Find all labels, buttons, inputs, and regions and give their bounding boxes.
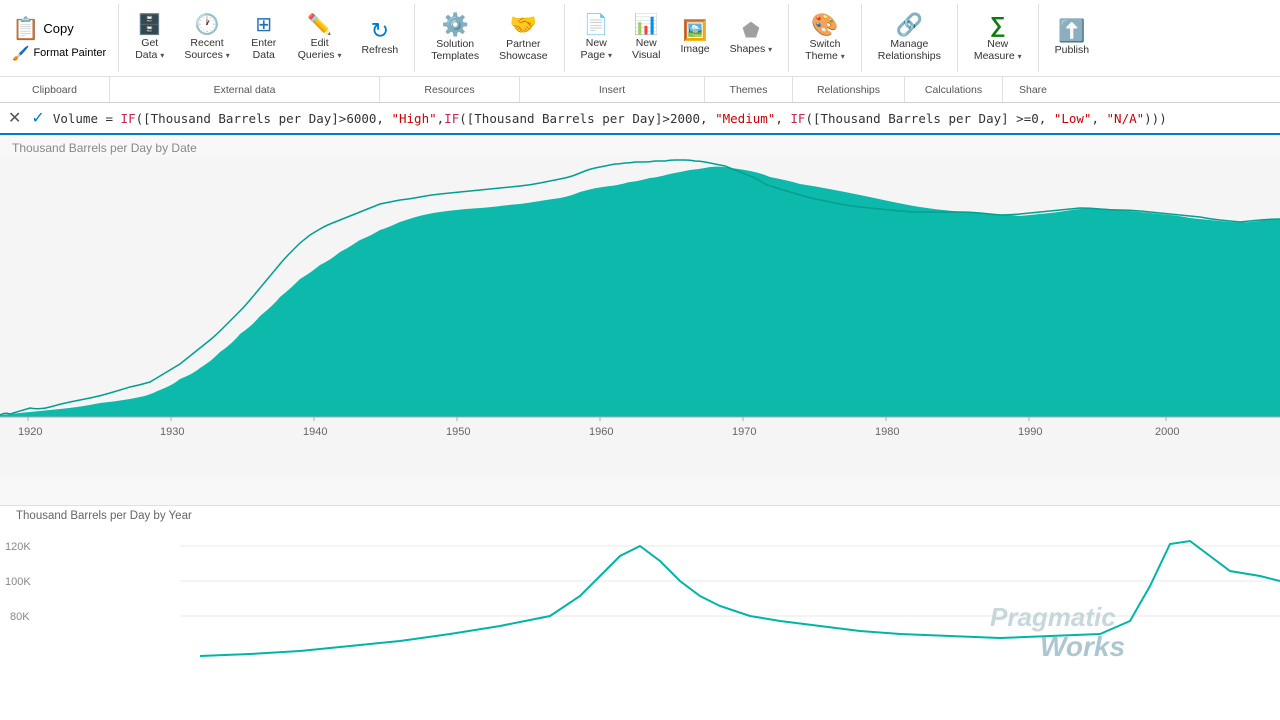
- recent-sources-button[interactable]: 🕐 RecentSources ▾: [176, 7, 237, 69]
- solution-templates-icon: ⚙️: [441, 14, 468, 36]
- ribbon: 📋 Copy 🖌️ Format Painter 🗄️ GetData ▾ 🕐 …: [0, 0, 1280, 103]
- shapes-button[interactable]: ⬟ Shapes ▾: [722, 7, 781, 69]
- label-share: Share: [1003, 77, 1063, 102]
- formula-text[interactable]: Volume = IF([Thousand Barrels per Day]>6…: [53, 111, 1274, 126]
- edit-queries-button[interactable]: ✏️ EditQueries ▾: [290, 7, 350, 69]
- line-chart-svg: 120K 100K 80K Pragmatic Works: [0, 526, 1280, 686]
- svg-text:1980: 1980: [875, 426, 899, 438]
- switch-theme-button[interactable]: 🎨 SwitchTheme ▾: [797, 7, 853, 69]
- new-page-button[interactable]: 📄 NewPage ▾: [573, 7, 620, 69]
- shapes-icon: ⬟: [742, 21, 759, 41]
- label-relationships: Relationships: [793, 77, 905, 102]
- publish-icon: ⬆️: [1058, 20, 1085, 42]
- formula-confirm-button[interactable]: ✓: [29, 106, 46, 130]
- formula-bar: ✕ ✓ Volume = IF([Thousand Barrels per Da…: [0, 103, 1280, 135]
- enter-data-icon: ⊞: [255, 15, 272, 35]
- svg-text:1930: 1930: [160, 426, 184, 438]
- svg-text:Pragmatic: Pragmatic: [990, 602, 1116, 632]
- resources-group: ⚙️ SolutionTemplates 🤝 PartnerShowcase: [415, 4, 564, 72]
- themes-group: 🎨 SwitchTheme ▾: [789, 4, 862, 72]
- ribbon-labels: Clipboard External data Resources Insert…: [0, 77, 1280, 102]
- svg-text:1920: 1920: [18, 426, 42, 438]
- new-visual-icon: 📊: [634, 15, 659, 35]
- new-measure-button[interactable]: ∑ NewMeasure ▾: [966, 7, 1030, 69]
- svg-text:1970: 1970: [732, 426, 756, 438]
- image-icon: 🖼️: [683, 21, 708, 41]
- new-measure-icon: ∑: [990, 14, 1006, 36]
- top-chart: Thousand Barrels per Day by Date 1920 19…: [0, 135, 1280, 505]
- new-page-icon: 📄: [584, 15, 609, 35]
- clipboard-group: 📋 Copy 🖌️ Format Painter: [0, 4, 119, 72]
- svg-text:1990: 1990: [1018, 426, 1042, 438]
- svg-text:80K: 80K: [10, 611, 30, 623]
- calculations-group: ∑ NewMeasure ▾: [958, 4, 1039, 72]
- enter-data-button[interactable]: ⊞ EnterData: [242, 7, 286, 69]
- label-external-data: External data: [110, 77, 380, 102]
- refresh-button[interactable]: ↻ Refresh: [353, 7, 406, 69]
- partner-showcase-button[interactable]: 🤝 PartnerShowcase: [491, 7, 555, 69]
- copy-button[interactable]: 📋 Copy: [8, 14, 78, 44]
- get-data-icon: 🗄️: [137, 15, 162, 35]
- label-calculations: Calculations: [905, 77, 1003, 102]
- partner-showcase-icon: 🤝: [510, 14, 537, 36]
- area-chart-svg: 1920 1930 1940 1950 1960 1970 1980 1990 …: [0, 157, 1280, 477]
- svg-text:1950: 1950: [446, 426, 470, 438]
- share-group: ⬆️ Publish: [1039, 4, 1105, 72]
- label-resources: Resources: [380, 77, 520, 102]
- ribbon-top: 📋 Copy 🖌️ Format Painter 🗄️ GetData ▾ 🕐 …: [0, 0, 1280, 77]
- svg-text:100K: 100K: [5, 576, 31, 588]
- label-themes: Themes: [705, 77, 793, 102]
- external-data-group: 🗄️ GetData ▾ 🕐 RecentSources ▾ ⊞ EnterDa…: [119, 4, 415, 72]
- bottom-chart: Thousand Barrels per Day by Year 120K 10…: [0, 505, 1280, 720]
- relationships-group: 🔗 ManageRelationships: [862, 4, 958, 72]
- svg-text:1940: 1940: [303, 426, 327, 438]
- new-visual-button[interactable]: 📊 NewVisual: [624, 7, 668, 69]
- manage-relationships-icon: 🔗: [896, 14, 923, 36]
- top-chart-title: Thousand Barrels per Day by Date: [0, 135, 1280, 157]
- solution-templates-button[interactable]: ⚙️ SolutionTemplates: [423, 7, 487, 69]
- label-insert: Insert: [520, 77, 705, 102]
- switch-theme-icon: 🎨: [811, 14, 838, 36]
- bottom-chart-title: Thousand Barrels per Day by Year: [0, 506, 1280, 526]
- image-button[interactable]: 🖼️ Image: [672, 7, 717, 69]
- get-data-button[interactable]: 🗄️ GetData ▾: [127, 7, 172, 69]
- formula-cancel-button[interactable]: ✕: [6, 106, 23, 130]
- refresh-icon: ↻: [371, 20, 389, 42]
- publish-button[interactable]: ⬆️ Publish: [1047, 7, 1097, 69]
- format-painter-button[interactable]: 🖌️ Format Painter: [8, 44, 110, 63]
- chart-area: Thousand Barrels per Day by Date 1920 19…: [0, 135, 1280, 720]
- insert-group: 📄 NewPage ▾ 📊 NewVisual 🖼️ Image ⬟ Shape…: [565, 4, 790, 72]
- svg-text:1960: 1960: [589, 426, 613, 438]
- label-clipboard: Clipboard: [0, 77, 110, 102]
- svg-text:2000: 2000: [1155, 426, 1179, 438]
- recent-sources-icon: 🕐: [195, 15, 220, 35]
- svg-text:120K: 120K: [5, 541, 31, 553]
- edit-queries-icon: ✏️: [307, 15, 332, 35]
- svg-text:Works: Works: [1040, 631, 1125, 662]
- manage-relationships-button[interactable]: 🔗 ManageRelationships: [870, 7, 949, 69]
